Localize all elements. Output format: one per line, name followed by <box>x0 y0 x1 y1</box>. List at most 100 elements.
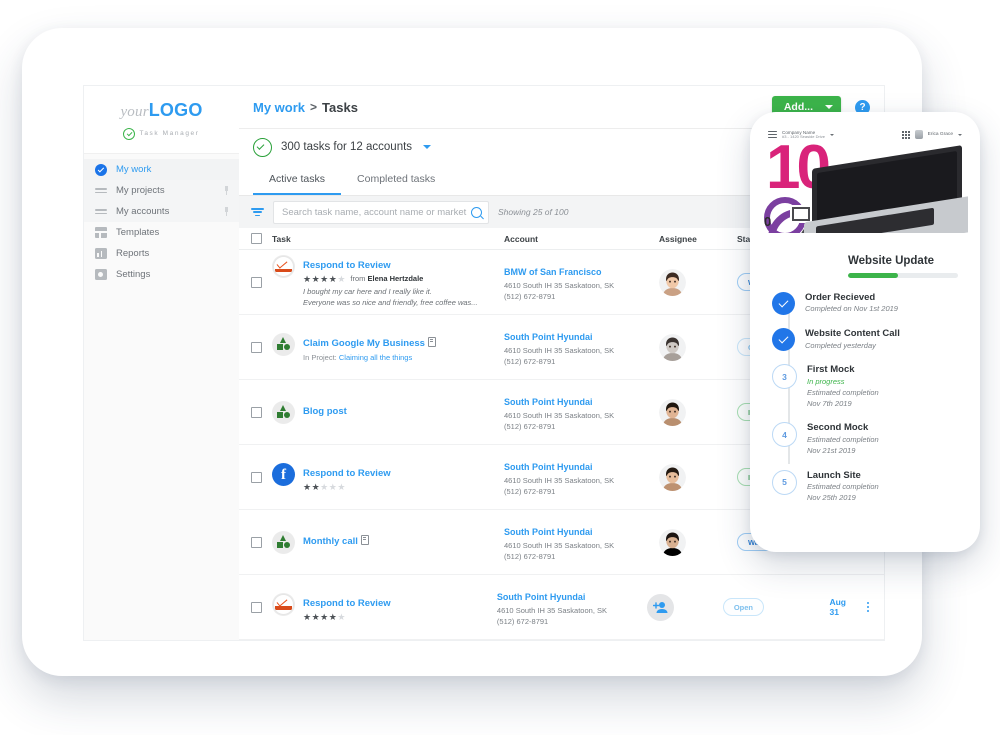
timeline-item[interactable]: 5 Launch Site Estimated completion Nov 25th… <box>772 469 958 504</box>
logo-text: yourLOGO <box>120 100 202 121</box>
row-checkbox[interactable] <box>251 276 262 288</box>
avatar[interactable] <box>659 333 686 361</box>
timeline-title: Launch Site <box>807 469 861 481</box>
task-title[interactable]: Monthly call <box>303 536 358 547</box>
avatar[interactable] <box>659 398 686 426</box>
phone-top-bar: Company Name #3 - 1420 Seaside Drive Eri… <box>762 126 968 143</box>
timeline-subtitle: Completed yesterday <box>805 340 876 350</box>
sidebar-item-label: My accounts <box>116 206 170 217</box>
sidebar-item-settings[interactable]: Settings <box>84 264 239 285</box>
sidebar-item-label: Reports <box>116 248 150 259</box>
check-icon <box>772 328 795 352</box>
row-checkbox[interactable] <box>251 471 262 483</box>
row-checkbox[interactable] <box>251 536 262 548</box>
account-name[interactable]: South Point Hyundai <box>504 332 593 342</box>
document-icon <box>427 336 436 347</box>
select-all-checkbox[interactable] <box>251 233 262 244</box>
row-checkbox[interactable] <box>251 341 262 353</box>
search-icon[interactable] <box>471 206 482 218</box>
timeline-date: Nov 25th 2019 <box>807 492 856 502</box>
sidebar-item-reports[interactable]: Reports <box>84 243 239 264</box>
shapes-icon <box>272 332 295 356</box>
account-name[interactable]: BMW of San Francisco <box>504 267 602 277</box>
timeline-item[interactable]: Order Recieved Completed on Nov 1st 2019 <box>772 292 958 315</box>
search-box[interactable] <box>273 200 489 224</box>
account-address: 4610 South IH 35 Saskatoon, SK <box>504 475 615 485</box>
sidebar-item-my-projects[interactable]: My projects <box>84 180 239 201</box>
account-phone: (512) 672-8791 <box>504 292 556 301</box>
sidebar-item-templates[interactable]: Templates <box>84 222 239 243</box>
account-phone: (512) 672-8791 <box>504 422 556 431</box>
breadcrumb-root[interactable]: My work <box>253 100 305 115</box>
add-person-icon[interactable] <box>647 593 675 621</box>
sidebar-item-label: My work <box>116 164 152 175</box>
shapes-icon <box>272 530 295 554</box>
account-address: 4610 South IH 35 Saskatoon, SK <box>496 605 607 615</box>
task-count-label: 300 tasks for 12 accounts <box>281 141 413 153</box>
timeline-step-number: 5 <box>772 469 797 495</box>
filter-icon[interactable] <box>251 207 264 218</box>
account-name[interactable]: South Point Hyundai <box>504 527 593 537</box>
project-hero-image: 10 0 1 <box>762 143 968 253</box>
brand-subtitle: Task Manager <box>123 127 200 140</box>
lines-icon <box>94 184 107 197</box>
phone-company-address: #3 - 1420 Seaside Drive <box>782 133 825 139</box>
account-name[interactable]: South Point Hyundai <box>504 397 593 407</box>
apps-grid-icon[interactable] <box>901 130 910 139</box>
row-menu-icon[interactable] <box>864 601 872 613</box>
project-link[interactable]: Claiming all the things <box>339 353 412 362</box>
task-title[interactable]: Respond to Review <box>303 260 391 271</box>
pin-icon[interactable] <box>223 207 230 216</box>
status-badge[interactable]: Open <box>722 598 764 616</box>
project-timeline: Order Recieved Completed on Nov 1st 2019 W… <box>762 278 968 504</box>
hamburger-menu-icon[interactable] <box>768 130 777 140</box>
account-phone: (512) 672-8791 <box>504 357 556 366</box>
search-input[interactable] <box>280 205 471 219</box>
avatar[interactable] <box>914 130 923 139</box>
task-title[interactable]: Claim Google My Business <box>303 338 425 349</box>
account-name[interactable]: South Point Hyundai <box>497 592 586 602</box>
account-name[interactable]: South Point Hyundai <box>504 462 593 472</box>
hero-digit-left: 0 <box>764 214 772 229</box>
task-title[interactable]: Respond to Review <box>303 598 391 609</box>
task-title[interactable]: Blog post <box>303 406 347 417</box>
account-phone: (512) 672-8791 <box>504 487 556 496</box>
timeline-subtitle: Completed on Nov 1st 2019 <box>805 304 898 314</box>
tab-completed-tasks[interactable]: Completed tasks <box>341 165 451 195</box>
review-quote: I bought my car here and I really like i… <box>303 287 478 307</box>
row-checkbox[interactable] <box>251 406 262 418</box>
chevron-down-icon[interactable] <box>958 133 962 136</box>
sidebar-item-my-accounts[interactable]: My accounts <box>84 201 239 222</box>
timeline-item[interactable]: 3 First Mock In progress Estimated completi… <box>772 364 958 409</box>
account-address: 4610 South IH 35 Saskatoon, SK <box>504 540 615 550</box>
avatar[interactable] <box>659 463 686 491</box>
table-row[interactable]: Respond to Review ★ ★ ★ ★ ★ South Point Hyunda… <box>239 575 884 640</box>
phone-user-name[interactable]: Erica Grace <box>928 132 953 137</box>
brand-subtitle-label: Task Manager <box>139 130 200 137</box>
timeline-subtitle: Estimated completion <box>807 434 879 444</box>
breadcrumb-separator: > <box>310 100 318 114</box>
sidebar-item-my-work[interactable]: My work <box>84 159 239 180</box>
sidebar-item-label: Templates <box>116 227 160 238</box>
avatar[interactable] <box>659 268 686 296</box>
account-phone: (512) 672-8791 <box>496 617 549 626</box>
timeline-title: Order Recieved <box>805 292 876 303</box>
tab-active-tasks[interactable]: Active tasks <box>253 165 342 195</box>
phone-company-block[interactable]: Company Name #3 - 1420 Seaside Drive <box>782 130 825 140</box>
timeline-item[interactable]: Website Content Call Completed yesterday <box>772 328 958 352</box>
row-checkbox[interactable] <box>251 601 262 613</box>
logo-main: LOGO <box>148 99 203 120</box>
star-rating: ★ ★ ★ ★ ★ <box>303 611 346 622</box>
timeline-item[interactable]: 4 Second Mock Estimated completion Nov 21st… <box>772 422 958 456</box>
timeline-title: Website Content Call <box>805 328 900 340</box>
page-title: Tasks <box>322 99 358 115</box>
avatar[interactable] <box>659 528 686 556</box>
task-subline: In Project: Claiming all the things <box>303 352 413 362</box>
check-icon <box>772 292 795 315</box>
sidebar-nav: My work My projects My accounts Template… <box>84 154 239 285</box>
pin-icon[interactable] <box>223 186 230 195</box>
chevron-down-icon[interactable] <box>423 145 432 149</box>
task-title[interactable]: Respond to Review <box>303 468 391 479</box>
review-author: from Elena Hertzdale <box>350 274 424 284</box>
chevron-down-icon[interactable] <box>829 133 834 136</box>
